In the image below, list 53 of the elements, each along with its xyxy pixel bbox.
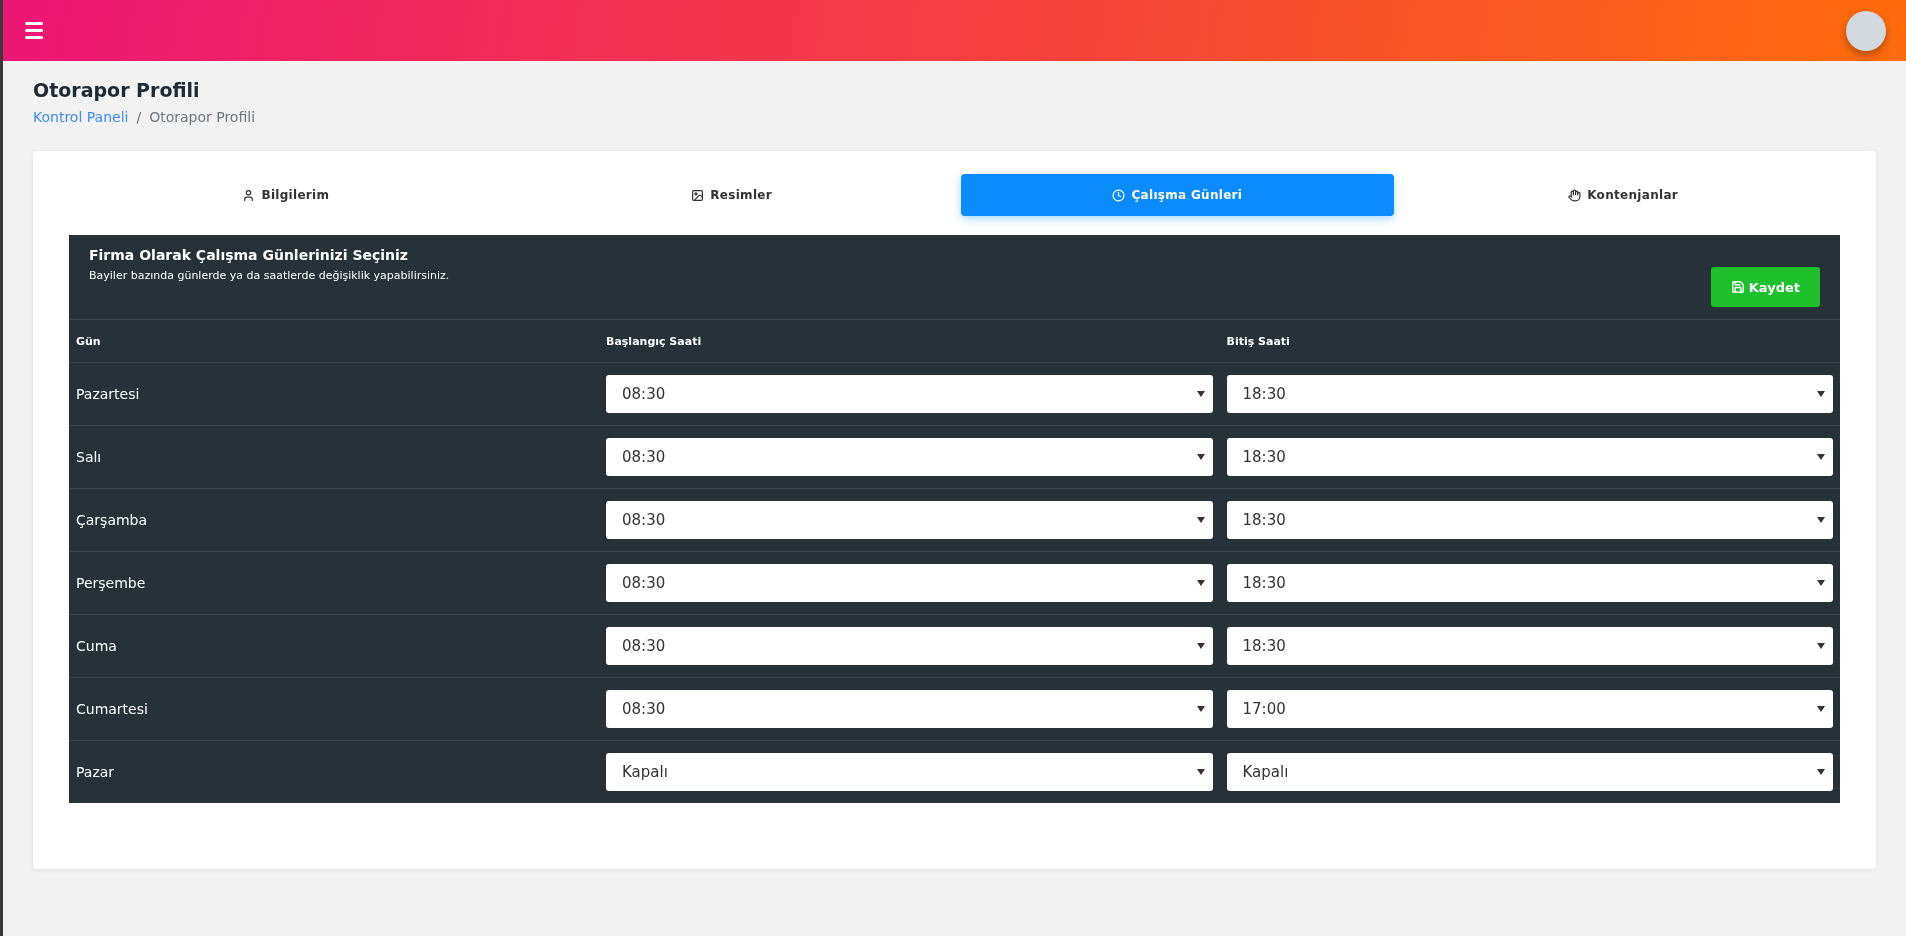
time-select[interactable]: 17:00 [1226,690,1833,728]
day-label: Çarşamba [76,512,149,528]
time-select[interactable]: 08:30 [606,375,1213,413]
caret-icon [1817,517,1825,523]
time-select[interactable]: 18:30 [1226,438,1833,476]
caret-icon [1196,580,1205,586]
day-label: Salı [76,449,103,465]
time-select[interactable]: 08:30 [606,690,1213,728]
caret-icon [1196,769,1205,775]
time-select[interactable]: 18:30 [1226,375,1833,413]
panel-title: Firma Olarak Çalışma Günlerinizi Seçiniz [89,247,410,263]
time-select[interactable]: 08:30 [606,438,1213,476]
caret-icon [1817,580,1825,586]
tab[interactable]: Kontenjanlar [1406,174,1840,216]
clock-icon [1112,188,1126,202]
column-header: Başlangıç Saati [606,334,703,348]
time-select[interactable]: Kapalı [606,753,1213,791]
caret-icon [1196,706,1205,712]
breadcrumb-current: Otorapor Profili [149,109,256,125]
tab[interactable]: Bilgilerim [69,174,503,216]
floppy-icon [1730,280,1745,294]
time-select[interactable]: 18:30 [1226,564,1833,602]
user-icon [242,188,256,202]
caret-icon [1817,454,1825,460]
caret-icon [1817,391,1825,397]
menu-icon[interactable] [25,22,43,39]
caret-icon [1196,391,1205,397]
time-select[interactable]: 08:30 [606,627,1213,665]
avatar[interactable] [1846,10,1886,51]
caret-icon [1817,706,1825,712]
column-header: Bitiş Saati [1226,334,1291,348]
image-icon [691,188,705,202]
hand-icon [1568,188,1582,202]
day-label: Pazartesi [76,386,141,402]
day-label: Cuma [76,638,118,654]
panel-subtitle: Bayiler bazında günlerde ya da saatlerde değişiklik yapabilirsiniz. [89,269,450,282]
tab[interactable]: Resimler [514,174,949,216]
page-title: Otorapor Profili [33,79,201,101]
caret-icon [1817,769,1825,775]
day-label: Cumartesi [76,701,149,717]
time-select[interactable]: Kapalı [1226,753,1833,791]
time-select[interactable]: 18:30 [1226,501,1833,539]
time-select[interactable]: 08:30 [606,564,1213,602]
caret-icon [1196,454,1205,460]
day-label: Pazar [76,764,116,780]
caret-icon [1196,643,1205,649]
caret-icon [1196,517,1205,523]
time-select[interactable]: 08:30 [606,501,1213,539]
column-header: Gün [76,334,102,348]
caret-icon [1817,643,1825,649]
breadcrumb-separator: / [136,109,142,125]
day-label: Perşembe [76,575,147,591]
time-select[interactable]: 18:30 [1226,627,1833,665]
